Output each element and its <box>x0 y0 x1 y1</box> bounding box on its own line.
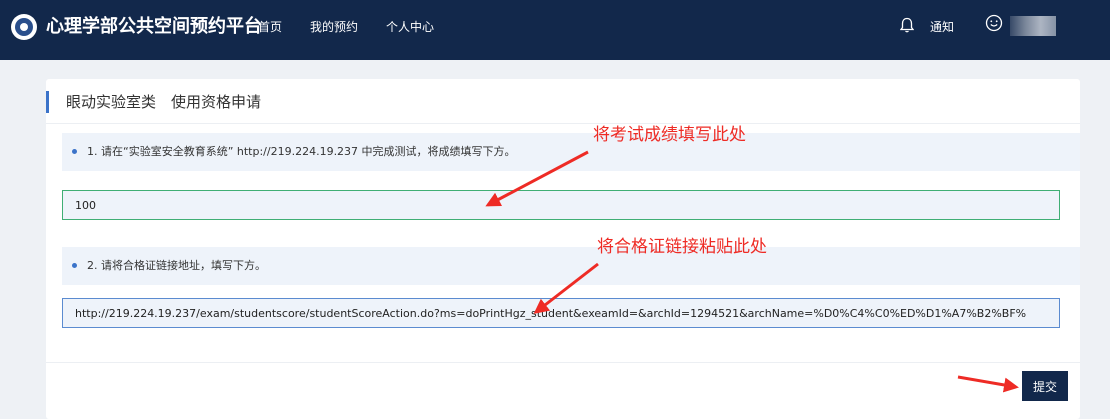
submit-arrow <box>957 375 1019 393</box>
score-arrow <box>485 150 589 207</box>
annotation-arrows <box>485 150 1019 393</box>
link-arrow <box>533 262 599 314</box>
